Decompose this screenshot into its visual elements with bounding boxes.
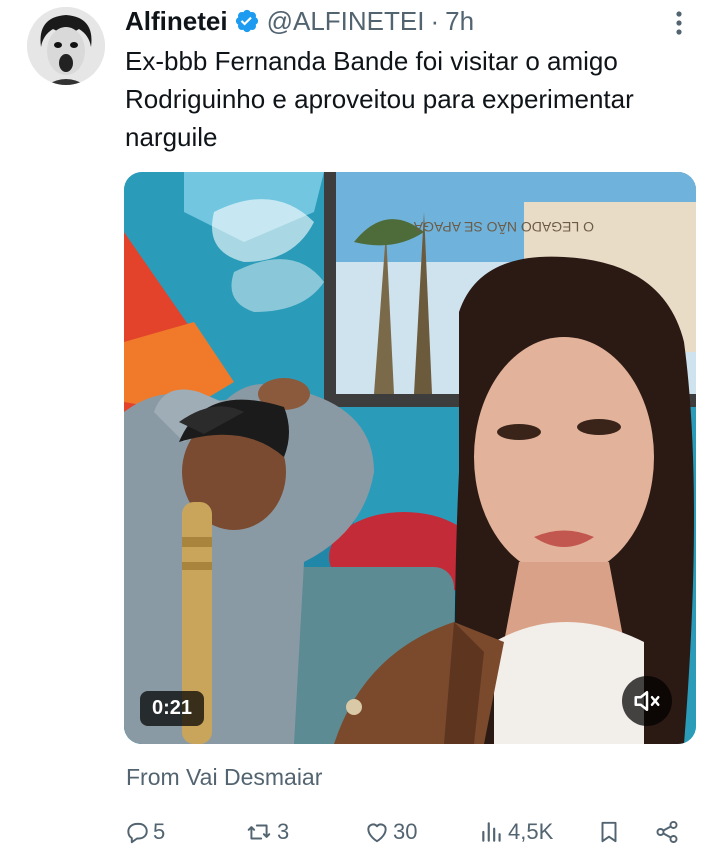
volume-muted-icon[interactable] [622, 676, 672, 726]
verified-badge-icon [234, 8, 260, 34]
video-duration: 0:21 [140, 691, 205, 726]
reply-button[interactable]: 5 [124, 815, 165, 849]
tweet-header: Alfinetei @ALFINETEI · 7h [125, 4, 474, 38]
share-icon[interactable] [654, 815, 680, 849]
like-button[interactable]: 30 [364, 815, 417, 849]
bookmark-icon[interactable] [596, 815, 622, 849]
sign-text: O LEGADO NÃO SE APAGA [413, 219, 594, 235]
source-label[interactable]: From Vai Desmaiar [126, 764, 322, 791]
like-count: 30 [393, 819, 418, 844]
display-name[interactable]: Alfinetei [125, 6, 228, 37]
views-button[interactable]: 4,5K [479, 815, 553, 849]
timestamp[interactable]: 7h [445, 6, 474, 37]
more-dots-icon[interactable] [664, 8, 694, 38]
retweet-count: 3 [277, 819, 290, 844]
views-icon [482, 822, 501, 842]
retweet-button[interactable]: 3 [244, 815, 289, 849]
user-handle[interactable]: @ALFINETEI [267, 6, 425, 37]
video-player[interactable]: O LEGADO NÃO SE APAGA 0:21 [124, 172, 696, 744]
views-count: 4,5K [508, 819, 554, 844]
avatar-image [27, 7, 105, 85]
separator-dot: · [430, 5, 440, 36]
video-frame: O LEGADO NÃO SE APAGA [124, 172, 696, 744]
avatar[interactable] [27, 7, 105, 85]
reply-count: 5 [153, 819, 166, 844]
heart-icon [367, 823, 387, 843]
reply-icon [127, 822, 148, 844]
action-bar: 5 3 30 4,5K [124, 815, 696, 849]
retweet-icon [247, 824, 271, 840]
tweet-text: Ex-bbb Fernanda Bande foi visitar o amig… [125, 46, 634, 152]
